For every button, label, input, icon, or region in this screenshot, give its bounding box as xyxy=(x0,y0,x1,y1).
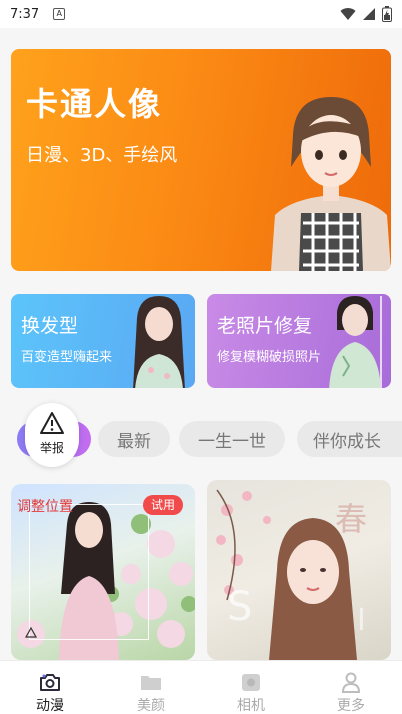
old-photo-model-image xyxy=(329,296,382,388)
notification-icon: A xyxy=(53,8,66,20)
change-hairstyle-card[interactable]: 换发型 百变造型嗨起来 xyxy=(11,294,195,388)
template-photo-card-2[interactable]: 春 S I xyxy=(207,480,391,660)
hero-subtitle: 日漫、3D、手绘风 xyxy=(26,145,178,166)
status-bar: 7:37 A xyxy=(0,0,402,28)
warning-icon xyxy=(40,412,64,434)
category-chips: 举报 最新 一生一世 伴你成长 xyxy=(0,403,402,467)
chip-latest[interactable]: 最新 xyxy=(98,421,170,457)
nav-anime[interactable]: 动漫 xyxy=(10,661,90,714)
cellular-signal-icon xyxy=(363,8,375,20)
hero-title: 卡通人像 xyxy=(26,85,163,123)
nav-label-camera: 相机 xyxy=(237,698,265,714)
change-hairstyle-subtitle: 百变造型嗨起来 xyxy=(21,350,113,365)
chip-growing-up[interactable]: 伴你成长 xyxy=(297,421,402,457)
cartoon-girl-illustration xyxy=(271,97,391,271)
status-time: 7:37 xyxy=(10,6,40,22)
old-photo-repair-card[interactable]: 老照片修复 修复模糊破损照片 xyxy=(207,294,391,388)
svg-text:春: 春 xyxy=(335,500,367,538)
nav-label-beauty: 美颜 xyxy=(137,698,165,714)
report-button[interactable]: 举报 xyxy=(25,403,79,467)
small-warning-icon xyxy=(25,627,37,638)
nav-label-anime: 动漫 xyxy=(36,698,64,714)
nav-more[interactable]: 更多 xyxy=(311,661,391,714)
spring-portrait-image: 春 S I xyxy=(216,489,367,660)
svg-text:S: S xyxy=(227,584,252,630)
battery-icon xyxy=(382,6,392,22)
old-photo-repair-title: 老照片修复 xyxy=(217,315,313,337)
folder-icon xyxy=(141,676,161,690)
svg-text:I: I xyxy=(357,603,366,638)
bottom-nav: 动漫 美颜 相机 更多 xyxy=(0,660,402,714)
chip-lifetime[interactable]: 一生一世 xyxy=(179,421,285,457)
cartoon-portrait-banner[interactable]: 卡通人像 日漫、3D、手绘风 xyxy=(11,49,391,271)
status-icons xyxy=(340,6,392,22)
crop-frame[interactable] xyxy=(29,504,149,640)
change-hairstyle-title: 换发型 xyxy=(21,315,79,337)
camera-icon xyxy=(40,674,60,691)
hairstyle-model-image xyxy=(133,296,185,388)
template-photo-card[interactable]: 调整位置 试用 xyxy=(11,484,195,660)
person-icon xyxy=(341,672,361,693)
nav-beauty[interactable]: 美颜 xyxy=(111,661,191,714)
square-camera-icon xyxy=(242,674,260,691)
report-label: 举报 xyxy=(39,441,64,455)
adjust-position-label: 调整位置 xyxy=(17,499,73,515)
trial-badge: 试用 xyxy=(142,495,183,515)
nav-camera[interactable]: 相机 xyxy=(211,661,291,714)
wifi-icon xyxy=(340,8,356,20)
old-photo-repair-subtitle: 修复模糊破损照片 xyxy=(217,350,322,365)
nav-label-more: 更多 xyxy=(337,698,365,714)
